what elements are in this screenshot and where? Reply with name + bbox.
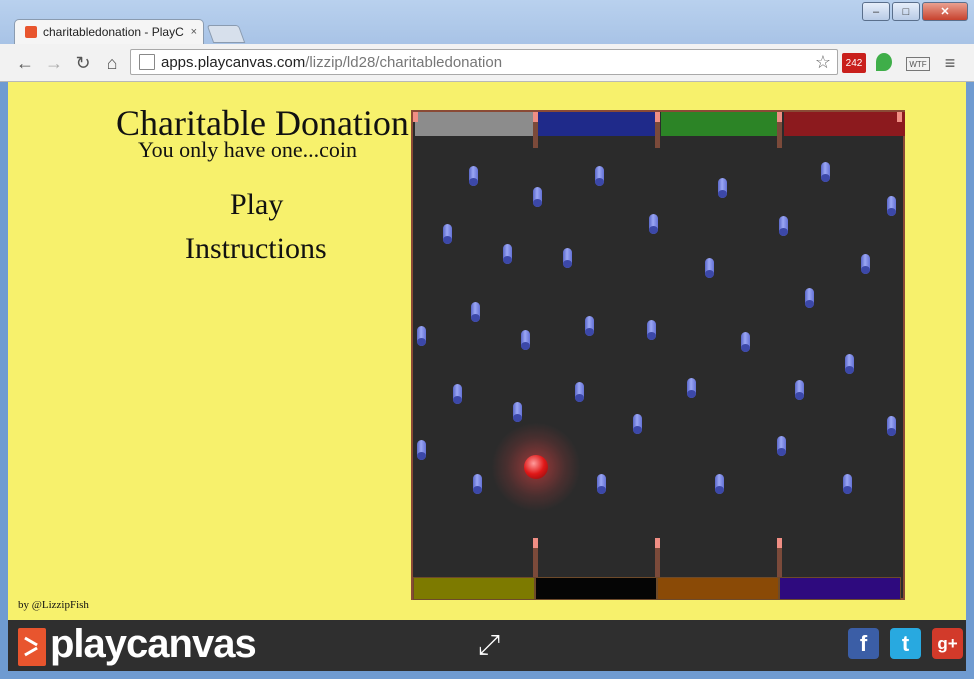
window-controls: – □ ✕: [862, 2, 968, 21]
peg: [718, 178, 727, 198]
peg: [513, 402, 522, 422]
playcanvas-logo-text[interactable]: playcanvas: [50, 622, 257, 667]
top-divider-cap: [533, 112, 538, 122]
peg: [563, 248, 572, 268]
browser-tab-active[interactable]: charitabledonation - PlayC ×: [14, 19, 204, 44]
home-icon[interactable]: ⌂: [101, 52, 123, 74]
url-path: /lizzip/ld28/charitabledonation: [305, 53, 503, 71]
coin: [524, 455, 548, 479]
close-window-button[interactable]: ✕: [922, 2, 968, 21]
page-icon: [139, 54, 155, 70]
peg: [715, 474, 724, 494]
peg: [575, 382, 584, 402]
peg: [649, 214, 658, 234]
facebook-share-icon[interactable]: f: [848, 628, 879, 659]
peg: [473, 474, 482, 494]
peg: [469, 166, 478, 186]
peg: [821, 162, 830, 182]
playcanvas-footer: playcanvas ⤢ f t g+: [8, 620, 966, 671]
bottom-divider-post: [777, 548, 782, 577]
bottom-divider-cap: [655, 538, 660, 548]
peg: [805, 288, 814, 308]
minimize-button[interactable]: –: [862, 2, 890, 21]
gmail-extension-icon[interactable]: 242: [842, 53, 866, 73]
peg: [861, 254, 870, 274]
peg: [795, 380, 804, 400]
address-bar[interactable]: apps.playcanvas.com/lizzip/ld28/charitab…: [130, 49, 838, 75]
wtf-label: WTF: [909, 59, 927, 69]
top-divider-cap: [655, 112, 660, 122]
top-bin-1: [415, 112, 536, 136]
peg: [633, 414, 642, 434]
gmail-badge: 242: [845, 57, 863, 69]
bottom-slot-3: [657, 577, 779, 600]
peg: [471, 302, 480, 322]
bottom-divider-cap: [777, 538, 782, 548]
maximize-button[interactable]: □: [892, 2, 920, 21]
bottom-slot-1: [413, 577, 535, 600]
url-host: apps.playcanvas.com: [161, 53, 306, 71]
game-page: Charitable Donation You only have one...…: [8, 82, 966, 620]
peg: [777, 436, 786, 456]
top-divider-post: [655, 122, 660, 148]
peg: [887, 196, 896, 216]
back-arrow-icon[interactable]: ←: [14, 52, 36, 74]
twitter-share-icon[interactable]: t: [890, 628, 921, 659]
top-divider-cap: [777, 112, 782, 122]
playcanvas-favicon-icon: [25, 26, 37, 38]
peg: [843, 474, 852, 494]
reload-icon[interactable]: ↻: [72, 52, 94, 74]
browser-toolbar: ← → ↻ ⌂ apps.playcanvas.com/lizzip/ld28/…: [0, 44, 974, 82]
top-bin-4: [784, 112, 905, 136]
instructions-menu-item[interactable]: Instructions: [185, 232, 327, 266]
peg: [443, 224, 452, 244]
top-divider-cap: [413, 112, 418, 122]
top-divider-post: [533, 122, 538, 148]
forward-arrow-icon[interactable]: →: [43, 52, 65, 74]
top-bin-3: [661, 112, 782, 136]
url-text[interactable]: apps.playcanvas.com/lizzip/ld28/charitab…: [161, 54, 815, 71]
bookmark-star-icon[interactable]: ☆: [815, 52, 831, 73]
bottom-divider-cap: [533, 538, 538, 548]
bottom-slot-2: [535, 577, 657, 600]
peg: [453, 384, 462, 404]
game-board[interactable]: [411, 110, 905, 600]
peg: [597, 474, 606, 494]
peg: [417, 326, 426, 346]
peg: [585, 316, 594, 336]
new-tab-button[interactable]: [206, 25, 246, 43]
window-frame-right: [966, 82, 974, 679]
wtf-extension-icon[interactable]: WTF: [906, 57, 930, 71]
peg: [417, 440, 426, 460]
peg: [647, 320, 656, 340]
peg: [533, 187, 542, 207]
evernote-extension-icon[interactable]: [876, 53, 892, 71]
peg: [887, 416, 896, 436]
top-divider-cap: [897, 112, 902, 122]
tab-title: charitabledonation - PlayC: [43, 25, 184, 39]
tab-close-icon[interactable]: ×: [191, 26, 197, 38]
top-bin-2: [538, 112, 659, 136]
bottom-slot-4: [779, 577, 901, 600]
peg: [687, 378, 696, 398]
peg: [845, 354, 854, 374]
peg: [595, 166, 604, 186]
peg: [779, 216, 788, 236]
fullscreen-icon[interactable]: ⤢: [474, 629, 504, 660]
peg: [521, 330, 530, 350]
peg: [705, 258, 714, 278]
play-menu-item[interactable]: Play: [230, 188, 283, 222]
bottom-divider-post: [655, 548, 660, 577]
window-titlebar: – □ ✕ charitabledonation - PlayC ×: [0, 0, 974, 44]
author-credit: by @LizzipFish: [18, 599, 89, 611]
peg: [741, 332, 750, 352]
chrome-menu-icon[interactable]: ≡: [939, 52, 961, 74]
game-subtitle: You only have one...coin: [138, 137, 357, 162]
google-plus-share-icon[interactable]: g+: [932, 628, 963, 659]
bottom-divider-post: [533, 548, 538, 577]
playcanvas-logo-icon[interactable]: [18, 628, 46, 666]
top-divider-post: [777, 122, 782, 148]
window-frame-left: [0, 82, 8, 679]
peg: [503, 244, 512, 264]
